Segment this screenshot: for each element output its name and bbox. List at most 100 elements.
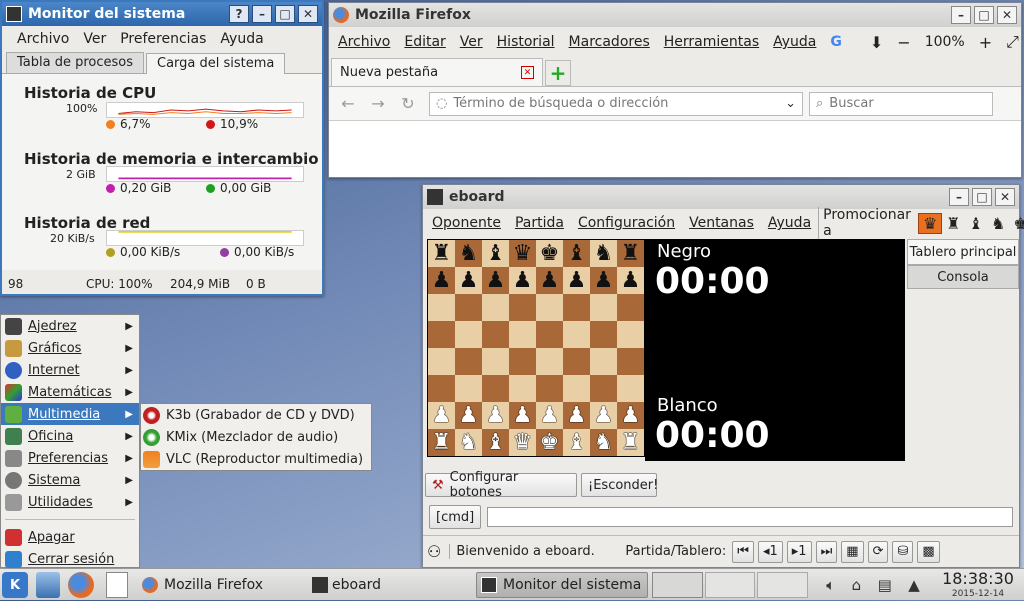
eb-menu-partida[interactable]: Partida [508,215,571,231]
chess-piece[interactable]: ♟ [567,269,587,292]
board-square[interactable]: ♝ [563,429,590,456]
board-square[interactable] [617,375,644,402]
chess-piece[interactable]: ♝ [486,242,506,265]
chess-piece[interactable]: ♟ [486,404,506,427]
board-square[interactable]: ♟ [482,402,509,429]
board-square[interactable] [428,348,455,375]
chess-piece[interactable]: ♝ [567,431,587,454]
chess-piece[interactable]: ♞ [459,431,479,454]
promote-knight-button[interactable]: ♞ [987,214,1009,233]
google-icon[interactable]: G [823,34,849,50]
command-input[interactable] [487,507,1013,527]
chess-piece[interactable]: ♟ [540,269,560,292]
chess-piece[interactable]: ♟ [459,404,479,427]
document-icon[interactable] [106,572,128,598]
zoom-level[interactable]: 100% [918,34,972,50]
board-square[interactable] [482,321,509,348]
board-square[interactable]: ♜ [617,240,644,267]
board-square[interactable] [590,294,617,321]
chess-piece[interactable]: ♞ [594,431,614,454]
nav-next-button[interactable]: ▸ 1 [786,540,812,563]
chess-piece[interactable]: ♟ [540,404,560,427]
menu-item-preferencias[interactable]: Preferencias ▶ [1,447,139,469]
firefox-maximize-button[interactable]: □ [974,6,994,24]
menu-item-multimedia[interactable]: Multimedia ▶ [1,403,139,425]
firefox-close-button[interactable]: ✕ [997,6,1017,24]
configure-buttons-button[interactable]: ⚒ Configurar botones [425,470,577,500]
chess-piece[interactable]: ♞ [459,242,479,265]
chess-piece[interactable]: ♜ [621,242,641,265]
chess-piece[interactable]: ♝ [567,242,587,265]
promote-rook-button[interactable]: ♜ [942,214,964,233]
chess-board[interactable]: ♜ ♞ ♝ ♛ ♚ ♝ ♞ ♜ ♟ ♟ ♟ ♟ ♟ ♟ ♟ ♟ ♟ ♟ ♟ ♟ ♟ ♟ ♟ ♟ ♜ ♞ ♝ ♛ ♚ ♝ ♞ ♜ [427,239,645,457]
chess-piece[interactable]: ♜ [432,242,452,265]
submenu-item-kmix[interactable]: KMix (Mezclador de audio) [141,426,371,448]
engine-icon[interactable]: ⛁ [892,540,914,563]
kde-launcher-icon[interactable]: K [2,572,28,598]
board-square[interactable] [428,294,455,321]
chess-piece[interactable]: ♟ [513,269,533,292]
board-square[interactable]: ♟ [455,402,482,429]
network-tray-icon[interactable]: ⌂ [852,576,862,594]
eboard-titlebar[interactable]: eboard – □ ✕ [423,185,1019,209]
volume-icon[interactable]: 🔈︎ [826,576,835,594]
task-eboard[interactable]: eboard [308,572,454,598]
board-square[interactable]: ♞ [590,240,617,267]
back-icon[interactable]: ← [333,94,363,113]
board-square[interactable] [536,321,563,348]
chess-piece[interactable]: ♟ [621,269,641,292]
chess-piece[interactable]: ♟ [621,404,641,427]
board-square[interactable] [536,375,563,402]
menu-item-matematicas[interactable]: Matemáticas ▶ [1,381,139,403]
fullscreen-icon[interactable]: ⤢ [999,32,1024,52]
url-bar[interactable]: ◌ Término de búsqueda o dirección ⌄ [429,91,803,116]
board-square[interactable] [563,348,590,375]
board-square[interactable]: ♝ [482,240,509,267]
board-square[interactable] [455,294,482,321]
ff-menu-marcadores[interactable]: Marcadores [562,34,657,50]
chess-piece[interactable]: ♟ [594,269,614,292]
board-square[interactable]: ♟ [536,267,563,294]
url-dropdown-icon[interactable]: ⌄ [785,96,796,111]
file-manager-icon[interactable] [36,572,60,598]
nav-prev-button[interactable]: ◂ 1 [757,540,783,563]
firefox-tab[interactable]: Nueva pestaña ✕ [331,58,543,86]
board-square[interactable]: ♞ [455,429,482,456]
chess-piece[interactable]: ♟ [486,269,506,292]
promote-king-button[interactable]: ♚ [1009,214,1024,233]
tab-close-icon[interactable]: ✕ [521,66,534,79]
board-square[interactable] [509,348,536,375]
chess-piece[interactable]: ♟ [567,404,587,427]
nav-first-button[interactable]: ⏮ [732,540,754,563]
movelist-icon[interactable]: ▦ [841,540,864,563]
board-square[interactable] [536,294,563,321]
menu-ver[interactable]: Ver [76,31,113,47]
board-square[interactable] [590,348,617,375]
eboard-close-button[interactable]: ✕ [995,188,1015,206]
firefox-titlebar[interactable]: Mozilla Firefox – □ ✕ [329,3,1021,27]
menu-item-internet[interactable]: Internet ▶ [1,359,139,381]
board-square[interactable]: ♟ [563,267,590,294]
ff-menu-historial[interactable]: Historial [490,34,562,50]
menu-item-ajedrez[interactable]: Ajedrez ▶ [1,315,139,337]
clock[interactable]: 18:38:30 2015-12-14 [932,569,1024,601]
menu-item-sistema[interactable]: Sistema ▶ [1,469,139,491]
ff-menu-editar[interactable]: Editar [397,34,452,50]
ff-menu-ver[interactable]: Ver [453,34,490,50]
board-square[interactable]: ♟ [482,267,509,294]
firefox-minimize-button[interactable]: – [951,6,971,24]
board-square[interactable]: ♟ [509,267,536,294]
tab-process-table[interactable]: Tabla de procesos [6,52,145,73]
chess-piece[interactable]: ♜ [621,431,641,454]
board-square[interactable]: ♜ [428,429,455,456]
board-square[interactable] [536,348,563,375]
board-square[interactable] [509,321,536,348]
eb-menu-ayuda[interactable]: Ayuda [761,215,818,231]
board-square[interactable] [482,294,509,321]
submenu-item-k3b[interactable]: K3b (Grabador de CD y DVD) [141,404,371,426]
chess-piece[interactable]: ♚ [540,242,560,265]
board-square[interactable] [563,321,590,348]
hide-button[interactable]: ¡Esconder! [581,473,658,497]
clipboard-icon[interactable]: ▤ [878,576,892,594]
board-square[interactable] [563,375,590,402]
